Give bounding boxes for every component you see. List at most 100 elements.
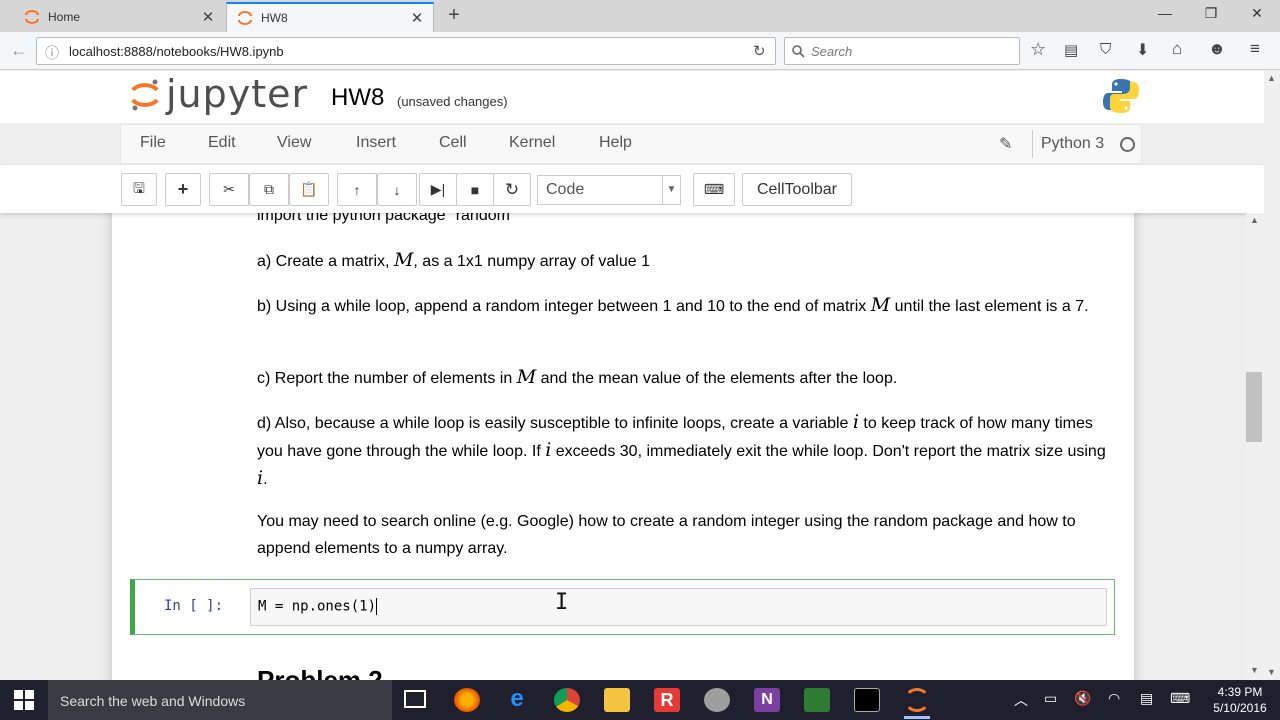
tab-home[interactable]: Home ✕ — [14, 2, 224, 32]
address-bar[interactable]: ⓘ localhost:8888/notebooks/HW8.ipynb ↻ — [36, 37, 776, 65]
wifi-icon[interactable]: ◠ — [1108, 690, 1120, 707]
download-icon[interactable]: ⬇ — [1136, 40, 1149, 60]
task-view-icon[interactable] — [404, 690, 426, 708]
paste-icon: 📋 — [300, 181, 318, 197]
code-editor[interactable]: M = np.ones(1) — [250, 588, 1107, 626]
volume-muted-icon[interactable]: 🔇 — [1074, 690, 1091, 707]
menu-kernel[interactable]: Kernel — [509, 134, 555, 152]
home-icon[interactable]: ⌂ — [1172, 39, 1182, 59]
part-c-text: c) Report the number of elements in — [257, 370, 517, 387]
text-cursor — [376, 598, 378, 615]
scroll-down-icon[interactable]: ▼ — [1250, 665, 1259, 675]
clock-time: 4:39 PM — [1217, 685, 1263, 699]
menu-view[interactable]: View — [277, 134, 311, 152]
step-forward-icon: ▶| — [430, 181, 446, 197]
battery-icon[interactable]: ▭ — [1044, 690, 1057, 707]
kernel-idle-indicator-icon — [1120, 137, 1135, 152]
scissors-icon: ✂ — [223, 181, 235, 197]
run-cell-button[interactable]: ▶| — [419, 173, 457, 206]
command-palette-button[interactable]: ⌨ — [693, 173, 735, 206]
note-text: You may need to search online (e.g. Goog… — [257, 513, 1076, 557]
browser-tab-strip: Home ✕ HW8 ✕ + — ❐ ✕ — [0, 0, 1280, 32]
part-a-text-end: , as a 1x1 numpy array of value 1 — [413, 253, 650, 270]
save-button[interactable]: 🖫 — [121, 173, 157, 206]
notebook-name[interactable]: HW8 — [331, 84, 384, 112]
copy-button[interactable]: ⧉ — [249, 173, 289, 206]
restart-kernel-button[interactable]: ↻ — [493, 173, 531, 206]
move-down-button[interactable]: ↓ — [377, 173, 417, 206]
math-var-m: M — [516, 366, 537, 388]
jupyter-favicon-icon — [25, 10, 39, 24]
taskbar-clock[interactable]: 4:39 PM 5/10/2016 — [1204, 684, 1276, 716]
menu-help[interactable]: Help — [599, 134, 632, 152]
chat-icon[interactable]: ☻ — [1208, 39, 1226, 59]
keyboard-icon: ⌨ — [703, 181, 725, 197]
part-c-text-end: and the mean value of the elements after… — [536, 370, 898, 387]
reading-list-icon[interactable]: ▤ — [1064, 41, 1078, 59]
kernel-name[interactable]: Python 3 — [1041, 135, 1104, 153]
terminal-icon[interactable] — [854, 688, 880, 712]
chrome-icon[interactable] — [554, 688, 580, 712]
insert-cell-button[interactable]: + — [165, 173, 201, 206]
close-window-icon[interactable]: ✕ — [1242, 5, 1272, 22]
cell-type-select[interactable]: Code ▼ — [537, 175, 681, 205]
celltoolbar-label: CellToolbar — [756, 180, 838, 198]
bookmark-star-icon[interactable]: ☆ — [1030, 39, 1046, 60]
menu-file[interactable]: File — [140, 134, 166, 152]
scroll-up-icon[interactable]: ▲ — [1267, 73, 1276, 83]
jupyter-taskbar-icon[interactable] — [904, 688, 930, 712]
scrollbar-thumb[interactable] — [1246, 372, 1262, 442]
menu-cell[interactable]: Cell — [439, 134, 467, 152]
close-tab-icon[interactable]: ✕ — [200, 8, 216, 26]
cut-button[interactable]: ✂ — [209, 173, 249, 206]
reload-icon[interactable]: ↻ — [753, 42, 766, 60]
menu-insert[interactable]: Insert — [356, 134, 396, 152]
part-d-text-end: . — [263, 471, 268, 488]
taskbar-search[interactable]: Search the web and Windows — [48, 680, 392, 720]
part-d-text-mid2: exceeds 30, immediately exit the while l… — [551, 443, 1106, 460]
edge-icon[interactable]: e — [504, 687, 530, 712]
cell-type-value: Code — [546, 181, 585, 198]
r-app-icon[interactable]: R — [654, 688, 680, 712]
jupyter-logo-icon[interactable] — [130, 78, 160, 112]
celltoolbar-button[interactable]: CellToolbar — [742, 173, 852, 206]
minimize-icon[interactable]: — — [1150, 5, 1180, 21]
onenote-icon[interactable]: N — [754, 688, 780, 712]
markdown-part-c: c) Report the number of elements in M an… — [257, 364, 1107, 392]
plus-icon: + — [177, 179, 189, 199]
chevron-down-icon: ▼ — [662, 176, 680, 204]
windows-start-icon[interactable] — [14, 690, 34, 710]
tab-title: Home — [48, 10, 81, 24]
interrupt-kernel-button[interactable]: ■ — [456, 173, 494, 206]
scroll-up-icon[interactable]: ▲ — [1250, 215, 1259, 225]
close-tab-icon[interactable]: ✕ — [409, 9, 425, 27]
scroll-down-icon[interactable]: ▼ — [1267, 667, 1276, 677]
paste-button[interactable]: 📋 — [289, 173, 329, 206]
active-app-indicator — [904, 716, 930, 719]
firefox-icon[interactable] — [454, 688, 480, 712]
app-icon[interactable] — [704, 688, 730, 712]
restore-icon[interactable]: ❐ — [1196, 5, 1226, 22]
pocket-icon[interactable]: ⛉ — [1100, 41, 1111, 58]
browser-nav-bar: ← ⓘ localhost:8888/notebooks/HW8.ipynb ↻… — [0, 32, 1280, 70]
vertical-scrollbar[interactable]: ▲ ▼ — [1264, 71, 1280, 680]
jupyter-favicon-icon — [238, 11, 252, 25]
search-input[interactable]: Search — [784, 37, 1020, 65]
menu-edit[interactable]: Edit — [208, 134, 236, 152]
new-tab-icon[interactable]: + — [444, 4, 464, 27]
keyboard-icon[interactable]: ⌨ — [1170, 690, 1190, 707]
i-beam-cursor-icon: I — [555, 590, 569, 615]
part-a-text: a) Create a matrix, — [257, 253, 394, 270]
part-b-text-end: until the last element is a 7. — [890, 298, 1089, 315]
back-icon[interactable]: ← — [10, 40, 28, 61]
notifications-icon[interactable]: ▤ — [1140, 690, 1153, 707]
move-up-button[interactable]: ↑ — [337, 173, 377, 206]
file-explorer-icon[interactable] — [604, 688, 630, 712]
tray-chevron-icon[interactable]: ︿ — [1014, 690, 1028, 710]
jupyter-logo-text[interactable]: jupyter — [166, 72, 308, 116]
menu-icon[interactable]: ≡ — [1250, 39, 1260, 59]
spreadsheet-icon[interactable] — [804, 688, 830, 712]
notebook-scrollbar[interactable]: ▲ ▼ — [1246, 213, 1264, 680]
tab-hw8[interactable]: HW8 ✕ — [226, 2, 434, 32]
info-icon[interactable]: ⓘ — [45, 43, 59, 63]
